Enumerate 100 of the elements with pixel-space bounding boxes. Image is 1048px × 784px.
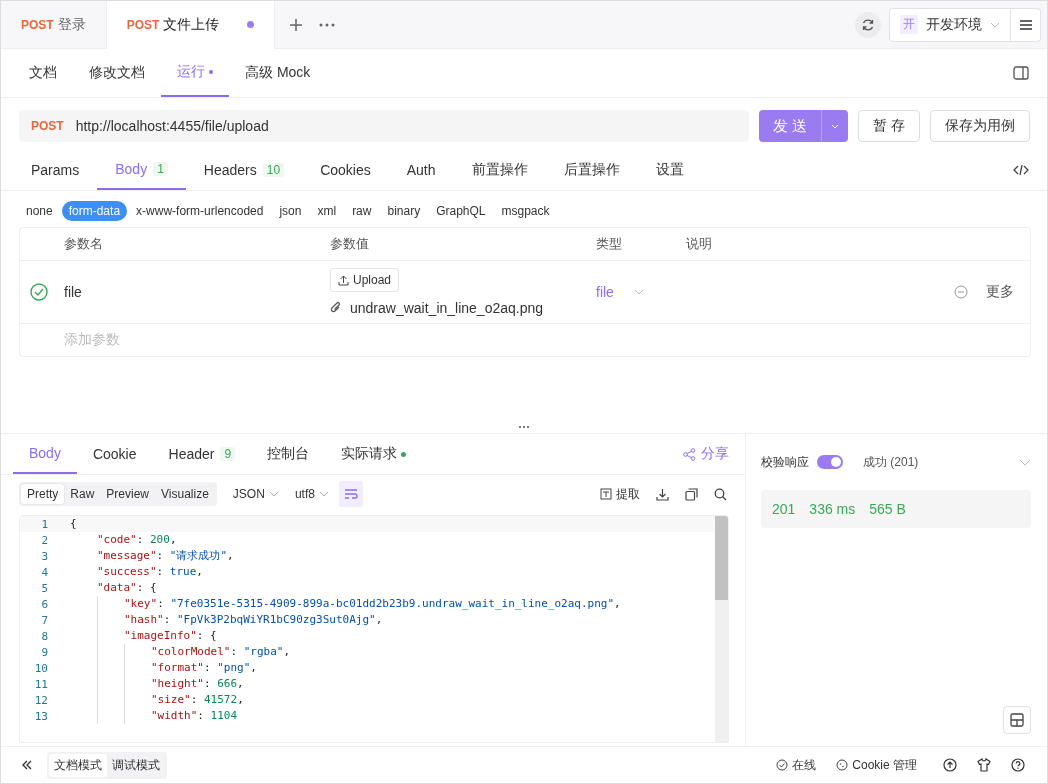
- body-type-option[interactable]: xml: [310, 201, 344, 221]
- column-header: 参数值: [330, 235, 370, 253]
- cookie-icon: [836, 759, 849, 771]
- param-tab[interactable]: Body 1: [97, 150, 186, 190]
- code-line: "format": "png",: [151, 660, 257, 676]
- collapse-icon[interactable]: [21, 760, 33, 770]
- cookie-manager-link[interactable]: Cookie 管理: [836, 756, 917, 774]
- view-mode-option[interactable]: Raw: [64, 484, 101, 504]
- body-type-option[interactable]: x-www-form-urlencoded: [129, 201, 271, 221]
- layout-icon[interactable]: [1010, 713, 1024, 727]
- response-tab[interactable]: Header 9: [152, 434, 252, 474]
- encoding-select[interactable]: utf8: [294, 487, 329, 501]
- download-icon[interactable]: [656, 487, 669, 501]
- more-icon[interactable]: [319, 22, 336, 27]
- validation-result: 成功 (201): [863, 453, 919, 471]
- code-line: "message": "请求成功",: [97, 548, 234, 564]
- response-tab[interactable]: 控制台: [251, 434, 326, 474]
- url-field[interactable]: POST http://localhost:4455/file/upload: [19, 110, 749, 142]
- body-type-option[interactable]: json: [272, 201, 309, 221]
- wrap-button[interactable]: [338, 481, 363, 507]
- param-name[interactable]: file: [58, 284, 330, 300]
- online-status[interactable]: 在线: [776, 756, 817, 774]
- line-number: 5: [40, 581, 49, 595]
- line-number: 11: [33, 677, 49, 691]
- code-line: "success": true,: [97, 564, 203, 580]
- shirt-icon[interactable]: [977, 758, 991, 772]
- line-number: 9: [40, 645, 49, 659]
- request-tab[interactable]: POST 文件上传: [105, 1, 276, 49]
- save-as-case-button[interactable]: 保存为用例: [929, 110, 1030, 142]
- body-type-option[interactable]: none: [19, 201, 60, 221]
- wrap-icon[interactable]: [343, 488, 358, 500]
- param-tab[interactable]: Auth: [388, 150, 454, 190]
- format-select[interactable]: JSON: [232, 487, 279, 501]
- code-line: "hash": "FpVk3P2bqWiYR1bC90zg3Sut0Ajg",: [124, 612, 383, 628]
- param-tab[interactable]: Cookies: [302, 150, 389, 190]
- scrollbar-thumb[interactable]: [715, 516, 728, 600]
- environment-select[interactable]: 开 开发环境: [889, 7, 1011, 42]
- line-number: 6: [40, 597, 49, 611]
- response-tab[interactable]: Body: [13, 434, 77, 474]
- response-time: 336 ms: [809, 501, 856, 517]
- view-mode-option[interactable]: Pretty: [21, 484, 65, 504]
- status-code: 201: [772, 501, 796, 517]
- doc-tab[interactable]: 修改文档: [73, 49, 161, 97]
- validate-toggle[interactable]: [817, 455, 843, 469]
- mode-option[interactable]: 文档模式: [49, 753, 107, 777]
- refresh-button[interactable]: [855, 11, 881, 38]
- request-tab[interactable]: POST 登录: [1, 1, 106, 49]
- code-line: "data": {: [97, 580, 157, 596]
- caret-icon[interactable]: [831, 123, 839, 129]
- refresh-icon[interactable]: [861, 17, 875, 32]
- doc-tab[interactable]: 高级 Mock: [229, 49, 327, 97]
- param-tab[interactable]: Headers 10: [185, 150, 303, 190]
- chevron-down-icon: [318, 491, 329, 497]
- body-type-option[interactable]: raw: [345, 201, 379, 221]
- line-number: 1: [40, 517, 49, 531]
- doc-tab[interactable]: 文档: [13, 49, 73, 97]
- body-type-option[interactable]: msgpack: [494, 201, 557, 221]
- menu-button[interactable]: [1011, 7, 1041, 42]
- response-tab[interactable]: 实际请求: [325, 434, 423, 474]
- param-tab[interactable]: 前置操作: [453, 150, 546, 190]
- add-icon[interactable]: [289, 17, 304, 32]
- upload-button[interactable]: Upload: [330, 268, 400, 292]
- line-number: 2: [40, 533, 49, 547]
- param-tab[interactable]: 后置操作: [545, 150, 638, 190]
- upload-circle-icon[interactable]: [943, 758, 957, 772]
- body-type-option[interactable]: GraphQL: [429, 201, 493, 221]
- copy-icon[interactable]: [685, 487, 698, 501]
- body-type-option[interactable]: binary: [380, 201, 428, 221]
- view-mode-option[interactable]: Visualize: [155, 484, 215, 504]
- response-tab[interactable]: Cookie: [76, 434, 153, 474]
- line-number: 13: [33, 709, 49, 723]
- param-tab[interactable]: Params: [13, 150, 98, 190]
- doc-tab[interactable]: 运行: [161, 49, 229, 97]
- chevron-down-icon: [268, 491, 279, 497]
- layout-button[interactable]: [1003, 706, 1031, 734]
- param-type[interactable]: file: [596, 284, 614, 300]
- check-circle-icon[interactable]: [30, 283, 48, 301]
- column-header: 参数名: [63, 235, 104, 253]
- share-link[interactable]: 分享: [683, 445, 729, 463]
- extract-button[interactable]: 提取: [600, 485, 640, 503]
- code-icon[interactable]: [1013, 164, 1029, 176]
- paperclip-icon: [330, 301, 342, 315]
- save-button[interactable]: 暂 存: [858, 110, 920, 142]
- line-number: 10: [33, 661, 49, 675]
- share-icon: [683, 447, 696, 461]
- code-line: "colorModel": "rgba",: [151, 644, 291, 660]
- param-tab[interactable]: 设置: [637, 150, 702, 190]
- code-line: "size": 41572,: [151, 692, 244, 708]
- code-line: "width": 1104: [151, 708, 238, 724]
- code-line: "code": 200,: [97, 532, 177, 548]
- mode-option[interactable]: 调试模式: [107, 753, 165, 777]
- help-icon[interactable]: [1011, 758, 1025, 772]
- menu-icon[interactable]: [1018, 18, 1033, 31]
- search-icon[interactable]: [714, 487, 727, 501]
- panel-toggle-icon[interactable]: [1013, 66, 1029, 80]
- view-mode-option[interactable]: Preview: [100, 484, 156, 504]
- response-size: 565 B: [869, 501, 906, 517]
- more-link[interactable]: 更多: [986, 283, 1014, 301]
- line-number: 3: [40, 549, 49, 563]
- column-header: 说明: [686, 235, 713, 253]
